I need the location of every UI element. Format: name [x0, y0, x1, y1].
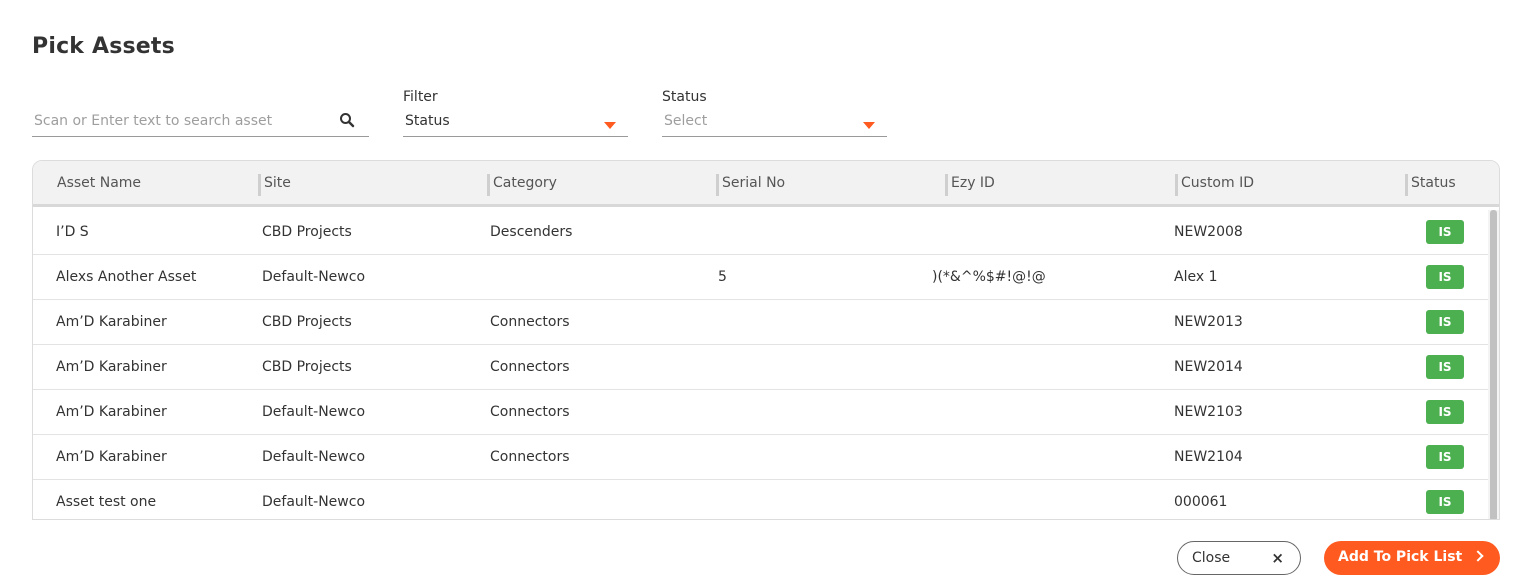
add-to-pick-list-button[interactable]: Add To Pick List	[1324, 541, 1500, 575]
cell-custom-id: NEW2104	[1174, 449, 1243, 465]
page-title: Pick Assets	[32, 34, 175, 59]
cell-asset-name: Am’D Karabiner	[56, 359, 167, 375]
status-label: Status	[662, 89, 707, 105]
cell-custom-id: 000061	[1174, 494, 1228, 510]
table-body: I’D S CBD Projects Descenders NEW2008 IS…	[33, 210, 1490, 519]
cell-site: Default-Newco	[262, 449, 366, 465]
status-select[interactable]: Select	[662, 109, 887, 137]
cell-site: CBD Projects	[262, 224, 352, 240]
status-placeholder: Select	[664, 113, 708, 129]
filter-label: Filter	[403, 89, 438, 105]
column-header-custom-id[interactable]: Custom ID	[1181, 175, 1254, 191]
column-header-status[interactable]: Status	[1411, 175, 1456, 191]
add-button-label: Add To Pick List	[1338, 549, 1463, 565]
close-icon: ×	[1271, 549, 1284, 567]
cell-custom-id: Alex 1	[1174, 269, 1218, 285]
cell-asset-name: Am’D Karabiner	[56, 449, 167, 465]
cell-category: Connectors	[490, 314, 570, 330]
assets-table: Asset Name Site Category Serial No Ezy I…	[32, 160, 1500, 520]
table-scrollbar[interactable]	[1488, 210, 1499, 519]
cell-site: CBD Projects	[262, 314, 352, 330]
column-resize-handle[interactable]	[945, 174, 948, 196]
status-badge: IS	[1426, 310, 1464, 334]
column-header-serial-no[interactable]: Serial No	[722, 175, 785, 191]
caret-down-icon	[863, 122, 875, 129]
table-row[interactable]: Asset test one Default-Newco 000061 IS	[33, 480, 1490, 519]
cell-site: Default-Newco	[262, 404, 366, 420]
cell-custom-id: NEW2008	[1174, 224, 1243, 240]
column-header-asset-name[interactable]: Asset Name	[57, 175, 141, 191]
column-resize-handle[interactable]	[1175, 174, 1178, 196]
filter-value: Status	[405, 113, 450, 129]
chevron-right-icon	[1472, 550, 1484, 562]
cell-site: Default-Newco	[262, 269, 366, 285]
status-badge: IS	[1426, 445, 1464, 469]
cell-asset-name: Asset test one	[56, 494, 157, 510]
table-row[interactable]: Am’D Karabiner Default-Newco Connectors …	[33, 390, 1490, 435]
cell-site: CBD Projects	[262, 359, 352, 375]
cell-asset-name: Am’D Karabiner	[56, 314, 167, 330]
close-button[interactable]: Close ×	[1177, 541, 1301, 575]
column-resize-handle[interactable]	[487, 174, 490, 196]
search-icon[interactable]	[339, 112, 355, 128]
table-row[interactable]: Alexs Another Asset Default-Newco 5 )(*&…	[33, 255, 1490, 300]
cell-serial-no: 5	[718, 269, 727, 285]
status-badge: IS	[1426, 490, 1464, 514]
cell-category: Connectors	[490, 449, 570, 465]
cell-asset-name: Am’D Karabiner	[56, 404, 167, 420]
caret-down-icon	[604, 122, 616, 129]
column-resize-handle[interactable]	[258, 174, 261, 196]
cell-category: Descenders	[490, 224, 573, 240]
filter-select[interactable]: Status	[403, 109, 628, 137]
table-header: Asset Name Site Category Serial No Ezy I…	[33, 161, 1499, 207]
cell-category: Connectors	[490, 359, 570, 375]
status-badge: IS	[1426, 220, 1464, 244]
status-badge: IS	[1426, 400, 1464, 424]
column-header-site[interactable]: Site	[264, 175, 291, 191]
cell-site: Default-Newco	[262, 494, 366, 510]
table-row[interactable]: Am’D Karabiner Default-Newco Connectors …	[33, 435, 1490, 480]
column-header-ezy-id[interactable]: Ezy ID	[951, 175, 995, 191]
close-button-label: Close	[1192, 550, 1231, 566]
search-placeholder: Scan or Enter text to search asset	[34, 113, 273, 129]
cell-custom-id: NEW2014	[1174, 359, 1243, 375]
search-input[interactable]: Scan or Enter text to search asset	[32, 109, 369, 137]
status-badge: IS	[1426, 265, 1464, 289]
cell-category: Connectors	[490, 404, 570, 420]
column-resize-handle[interactable]	[1405, 174, 1408, 196]
cell-asset-name: I’D S	[56, 224, 89, 240]
table-row[interactable]: I’D S CBD Projects Descenders NEW2008 IS	[33, 210, 1490, 255]
cell-custom-id: NEW2103	[1174, 404, 1243, 420]
table-row[interactable]: Am’D Karabiner CBD Projects Connectors N…	[33, 300, 1490, 345]
column-header-category[interactable]: Category	[493, 175, 557, 191]
table-row[interactable]: Am’D Karabiner CBD Projects Connectors N…	[33, 345, 1490, 390]
column-resize-handle[interactable]	[716, 174, 719, 196]
cell-custom-id: NEW2013	[1174, 314, 1243, 330]
cell-asset-name: Alexs Another Asset	[56, 269, 197, 285]
status-badge: IS	[1426, 355, 1464, 379]
cell-ezy-id: )(*&^%$#!@!@	[932, 269, 1046, 285]
scrollbar-thumb[interactable]	[1490, 210, 1497, 519]
